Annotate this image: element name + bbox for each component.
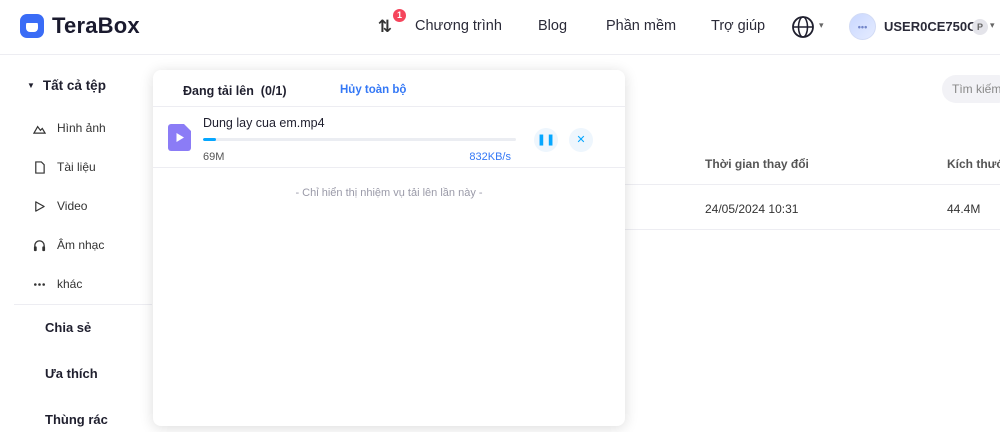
cancel-upload-button[interactable]: ✕ [569, 128, 593, 152]
sidebar-item-music[interactable]: Âm nhạc [33, 238, 104, 252]
table-header-divider [625, 184, 1000, 185]
search-input[interactable]: Tìm kiếm tệp [942, 75, 1000, 103]
upload-task-row: Dung lay cua em.mp4 69M 832KB/s ❚❚ ✕ [153, 107, 625, 168]
nav-program[interactable]: Chương trình [415, 18, 502, 34]
video-icon [35, 200, 45, 212]
sidebar-all-files-label: Tất cả tệp [42, 78, 106, 93]
globe-icon[interactable] [791, 15, 815, 39]
username[interactable]: USER0CE750C4 [884, 19, 984, 34]
sidebar-all-files[interactable]: ▼ Tất cả tệp [27, 78, 106, 93]
language-chevron-down-icon[interactable]: ▾ [819, 20, 824, 31]
column-header-modified[interactable]: Thời gian thay đổi [705, 157, 809, 171]
upload-progress-bar [203, 138, 516, 141]
row-modified-time: 24/05/2024 10:31 [705, 202, 799, 216]
terabox-logo-icon [20, 14, 44, 38]
terabox-logo[interactable]: TeraBox [18, 12, 140, 40]
sidebar-item-images[interactable]: Hình ảnh [33, 121, 106, 135]
vip-badge: P [972, 19, 988, 35]
logo-text: TeraBox [52, 13, 140, 38]
sidebar: ▼ Tất cả tệp Hình ảnh Tài liệu Video Âm … [0, 56, 152, 432]
upload-panel: Đang tải lên (0/1) Hủy toàn bộ Dung lay … [153, 70, 625, 426]
sidebar-item-label: Hình ảnh [57, 121, 106, 135]
sidebar-item-video[interactable]: Video [33, 199, 87, 213]
sidebar-item-trash[interactable]: Thùng rác [45, 412, 108, 427]
nav-blog[interactable]: Blog [538, 18, 567, 34]
sidebar-item-other[interactable]: khác [33, 277, 82, 291]
cancel-all-button[interactable]: Hủy toàn bộ [340, 84, 406, 96]
upload-file-name: Dung lay cua em.mp4 [203, 116, 325, 130]
pause-upload-button[interactable]: ❚❚ [534, 128, 558, 152]
table-row-divider [625, 229, 1000, 230]
sidebar-item-shared[interactable]: Chia sẻ [45, 320, 91, 335]
nav-software[interactable]: Phần mềm [606, 18, 676, 34]
more-icon [34, 282, 45, 286]
sidebar-item-label: khác [57, 277, 83, 291]
document-icon [35, 160, 45, 174]
sidebar-item-favorites[interactable]: Ưa thích [45, 366, 98, 381]
upload-panel-title: Đang tải lên (0/1) [183, 84, 287, 98]
collapse-triangle-icon: ▼ [27, 81, 35, 90]
image-icon [33, 125, 46, 134]
row-size: 44.4M [947, 202, 981, 216]
sidebar-item-label: Âm nhạc [57, 238, 105, 252]
upload-session-note: - Chỉ hiển thị nhiệm vụ tải lên lần này … [295, 187, 483, 199]
column-header-size[interactable]: Kích thước [947, 157, 1000, 171]
upload-file-size: 69M [203, 151, 225, 163]
nav-help[interactable]: Trợ giúp [711, 18, 765, 34]
sidebar-item-documents[interactable]: Tài liệu [33, 160, 96, 174]
transfer-count-badge: 1 [393, 9, 406, 22]
headphones-icon [33, 239, 46, 251]
sidebar-divider [14, 304, 152, 305]
video-file-icon [168, 124, 191, 151]
sidebar-item-label: Video [57, 199, 88, 213]
top-header: TeraBox ⇅ 1 Chương trình Blog Phần mềm T… [0, 0, 1000, 55]
upload-speed: 832KB/s [469, 151, 511, 163]
avatar[interactable]: ••• [849, 13, 876, 40]
sidebar-item-label: Tài liệu [57, 160, 96, 174]
upload-progress-fill [203, 138, 216, 141]
user-chevron-down-icon[interactable]: ▾ [990, 20, 995, 31]
